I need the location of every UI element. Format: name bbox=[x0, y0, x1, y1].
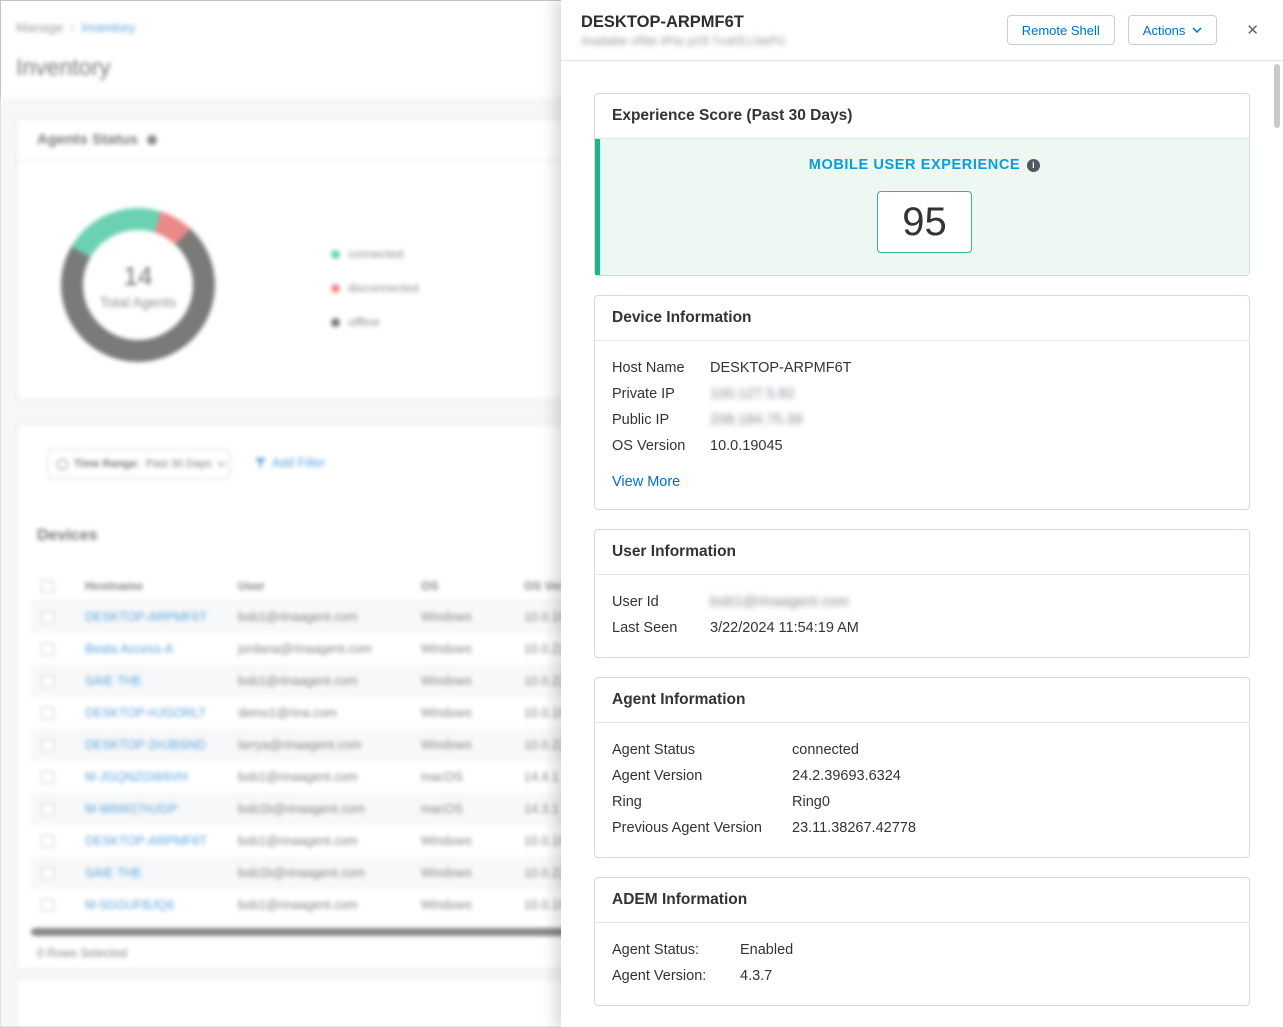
agent-information-card: Agent Information Agent Status connected… bbox=[594, 677, 1250, 858]
info-value: 100.127.5.82 bbox=[710, 381, 795, 407]
info-label: Agent Version bbox=[612, 763, 792, 789]
adem-information-body: Agent Status: Enabled Agent Version: 4.3… bbox=[595, 923, 1249, 1005]
info-value: Ring0 bbox=[792, 789, 830, 815]
info-label: OS Version bbox=[612, 433, 710, 459]
info-label: Last Seen bbox=[612, 615, 710, 641]
info-row: Agent Status: Enabled bbox=[612, 937, 1232, 963]
info-row: Agent Version 24.2.39693.6324 bbox=[612, 763, 1232, 789]
info-label: Agent Status: bbox=[612, 937, 740, 963]
info-label: Previous Agent Version bbox=[612, 815, 792, 841]
user-information-card: User Information User Id bob1@rinaagent.… bbox=[594, 529, 1250, 658]
info-row: Previous Agent Version 23.11.38267.42778 bbox=[612, 815, 1232, 841]
drawer-body: Experience Score (Past 30 Days) MOBILE U… bbox=[561, 61, 1283, 1027]
info-value: 208.184.75.39 bbox=[710, 407, 803, 433]
chevron-down-icon bbox=[1192, 27, 1202, 33]
info-value: 3/22/2024 11:54:19 AM bbox=[710, 615, 859, 641]
info-label: Public IP bbox=[612, 407, 710, 433]
mobile-user-experience-label: MOBILE USER EXPERIENCE bbox=[809, 157, 1020, 173]
experience-score-body: MOBILE USER EXPERIENCE 95 bbox=[595, 139, 1249, 275]
info-label: Agent Status bbox=[612, 737, 792, 763]
drawer-header: DESKTOP-ARPMF6T Available vRbk 4Par pO5 … bbox=[561, 0, 1283, 61]
remote-shell-button[interactable]: Remote Shell bbox=[1007, 15, 1115, 45]
adem-information-title: ADEM Information bbox=[595, 878, 1249, 923]
info-label: User Id bbox=[612, 589, 710, 615]
info-value: 23.11.38267.42778 bbox=[792, 815, 916, 841]
info-value: Enabled bbox=[740, 937, 793, 963]
info-label: Host Name bbox=[612, 355, 710, 381]
info-value: 10.0.19045 bbox=[710, 433, 783, 459]
user-information-body: User Id bob1@rinaagent.com Last Seen 3/2… bbox=[595, 575, 1249, 657]
agent-information-title: Agent Information bbox=[595, 678, 1249, 723]
experience-score-title: Experience Score (Past 30 Days) bbox=[595, 94, 1249, 139]
info-row: Public IP 208.184.75.39 bbox=[612, 407, 1232, 433]
device-detail-drawer: DESKTOP-ARPMF6T Available vRbk 4Par pO5 … bbox=[561, 0, 1283, 1027]
adem-information-card: ADEM Information Agent Status: Enabled A… bbox=[594, 877, 1250, 1006]
drawer-subtitle: Available vRbk 4Par pO5 TvsKfLLNePG bbox=[581, 36, 1007, 48]
info-value: 4.3.7 bbox=[740, 963, 772, 989]
screen: Manage › Inventory Inventory Agents Stat… bbox=[0, 0, 1283, 1027]
info-value: 24.2.39693.6324 bbox=[792, 763, 901, 789]
info-row: Private IP 100.127.5.82 bbox=[612, 381, 1232, 407]
info-value: connected bbox=[792, 737, 859, 763]
device-information-title: Device Information bbox=[595, 296, 1249, 341]
close-icon[interactable]: ✕ bbox=[1238, 19, 1267, 42]
view-more-link[interactable]: View More bbox=[612, 469, 680, 495]
device-information-body: Host Name DESKTOP-ARPMF6T Private IP 100… bbox=[595, 341, 1249, 475]
info-label: Agent Version: bbox=[612, 963, 740, 989]
actions-dropdown-button[interactable]: Actions bbox=[1128, 15, 1218, 45]
experience-score-value: 95 bbox=[877, 191, 972, 253]
info-icon[interactable] bbox=[1027, 159, 1040, 172]
vertical-scrollbar-thumb[interactable] bbox=[1274, 64, 1280, 128]
agent-information-body: Agent Status connected Agent Version 24.… bbox=[595, 723, 1249, 857]
info-row: Agent Status connected bbox=[612, 737, 1232, 763]
info-row: User Id bob1@rinaagent.com bbox=[612, 589, 1232, 615]
info-label: Ring bbox=[612, 789, 792, 815]
info-row: Ring Ring0 bbox=[612, 789, 1232, 815]
info-row: OS Version 10.0.19045 bbox=[612, 433, 1232, 459]
drawer-title: DESKTOP-ARPMF6T bbox=[581, 13, 1007, 32]
info-value: bob1@rinaagent.com bbox=[710, 589, 849, 615]
info-row: Last Seen 3/22/2024 11:54:19 AM bbox=[612, 615, 1232, 641]
device-information-card: Device Information Host Name DESKTOP-ARP… bbox=[594, 295, 1250, 510]
info-label: Private IP bbox=[612, 381, 710, 407]
info-row: Host Name DESKTOP-ARPMF6T bbox=[612, 355, 1232, 381]
user-information-title: User Information bbox=[595, 530, 1249, 575]
info-row: Agent Version: 4.3.7 bbox=[612, 963, 1232, 989]
info-value: DESKTOP-ARPMF6T bbox=[710, 355, 852, 381]
experience-score-card: Experience Score (Past 30 Days) MOBILE U… bbox=[594, 93, 1250, 276]
